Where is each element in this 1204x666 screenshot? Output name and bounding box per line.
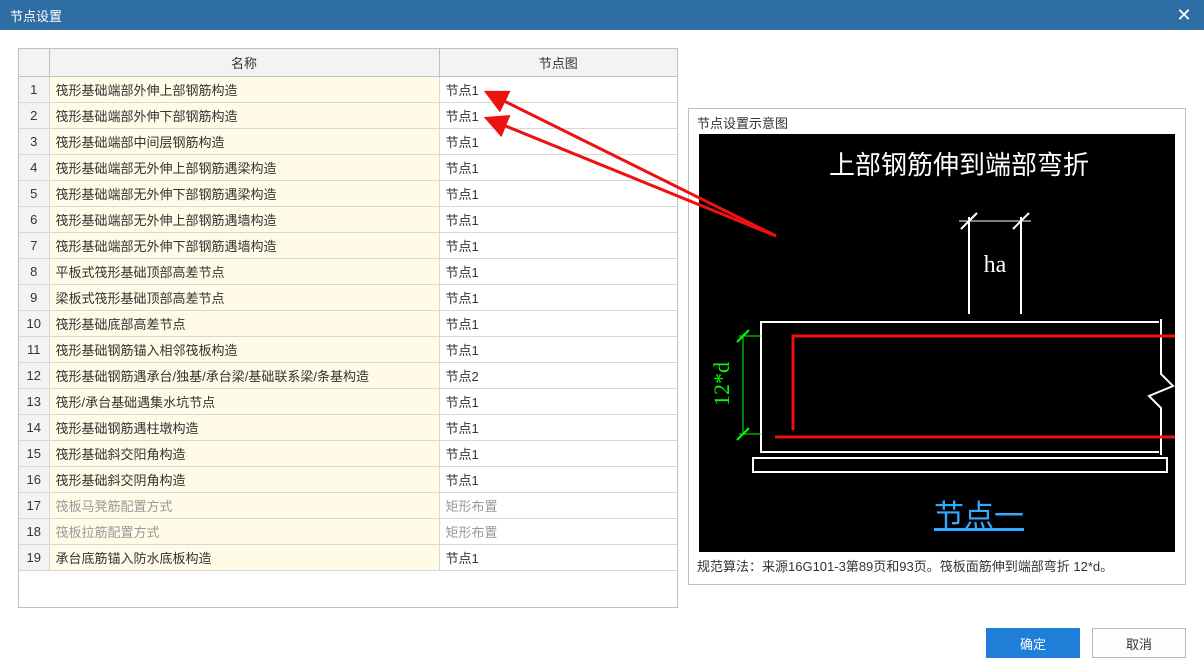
row-number: 1 — [19, 77, 49, 103]
node-table: 名称 节点图 1筏形基础端部外伸上部钢筋构造节点12筏形基础端部外伸下部钢筋构造… — [19, 49, 677, 571]
row-node[interactable]: 节点2 — [439, 363, 677, 389]
row-name[interactable]: 筏形基础端部无外伸上部钢筋遇墙构造 — [49, 207, 439, 233]
row-node[interactable]: 节点1 — [439, 129, 677, 155]
table-row[interactable]: 3筏形基础端部中间层钢筋构造节点1 — [19, 129, 677, 155]
table-row[interactable]: 4筏形基础端部无外伸上部钢筋遇梁构造节点1 — [19, 155, 677, 181]
row-name[interactable]: 筏形基础端部外伸下部钢筋构造 — [49, 103, 439, 129]
col-header-num — [19, 49, 49, 77]
table-row[interactable]: 14筏形基础钢筋遇柱墩构造节点1 — [19, 415, 677, 441]
table-row[interactable]: 16筏形基础斜交阴角构造节点1 — [19, 467, 677, 493]
dim-ha: ha — [984, 252, 1007, 278]
row-number: 9 — [19, 285, 49, 311]
row-number: 6 — [19, 207, 49, 233]
row-name[interactable]: 筏板拉筋配置方式 — [49, 519, 439, 545]
diagram-footer: 规范算法：来源16G101-3第89页和93页。筏板面筋伸到端部弯折 12*d。 — [689, 552, 1185, 584]
row-number: 10 — [19, 311, 49, 337]
node-table-panel: 名称 节点图 1筏形基础端部外伸上部钢筋构造节点12筏形基础端部外伸下部钢筋构造… — [18, 48, 678, 608]
row-number: 3 — [19, 129, 49, 155]
table-row[interactable]: 7筏形基础端部无外伸下部钢筋遇墙构造节点1 — [19, 233, 677, 259]
row-number: 17 — [19, 493, 49, 519]
row-name[interactable]: 筏形基础底部高差节点 — [49, 311, 439, 337]
table-row[interactable]: 12筏形基础钢筋遇承台/独基/承台梁/基础联系梁/条基构造节点2 — [19, 363, 677, 389]
dim-12d: 12*d — [709, 362, 734, 406]
row-number: 7 — [19, 233, 49, 259]
row-node[interactable]: 节点1 — [439, 467, 677, 493]
table-row[interactable]: 15筏形基础斜交阳角构造节点1 — [19, 441, 677, 467]
row-node[interactable]: 矩形布置 — [439, 519, 677, 545]
row-node[interactable]: 节点1 — [439, 155, 677, 181]
table-row[interactable]: 13筏形/承台基础遇集水坑节点节点1 — [19, 389, 677, 415]
ok-button[interactable]: 确定 — [986, 628, 1080, 658]
row-node[interactable]: 节点1 — [439, 285, 677, 311]
window-title: 节点设置 — [10, 6, 62, 25]
row-name[interactable]: 承台底筋锚入防水底板构造 — [49, 545, 439, 571]
diagram-caption: 节点一 — [934, 500, 1024, 533]
row-node[interactable]: 节点1 — [439, 77, 677, 103]
button-bar: 确定 取消 — [986, 628, 1186, 658]
row-node[interactable]: 矩形布置 — [439, 493, 677, 519]
table-row[interactable]: 1筏形基础端部外伸上部钢筋构造节点1 — [19, 77, 677, 103]
row-name[interactable]: 筏形基础钢筋锚入相邻筏板构造 — [49, 337, 439, 363]
row-number: 15 — [19, 441, 49, 467]
col-header-name[interactable]: 名称 — [49, 49, 439, 77]
table-row[interactable]: 10筏形基础底部高差节点节点1 — [19, 311, 677, 337]
row-number: 19 — [19, 545, 49, 571]
row-node[interactable]: 节点1 — [439, 207, 677, 233]
row-name[interactable]: 筏形/承台基础遇集水坑节点 — [49, 389, 439, 415]
row-name[interactable]: 筏形基础斜交阳角构造 — [49, 441, 439, 467]
row-name[interactable]: 筏形基础端部无外伸下部钢筋遇墙构造 — [49, 233, 439, 259]
table-row[interactable]: 18筏板拉筋配置方式矩形布置 — [19, 519, 677, 545]
row-name[interactable]: 筏形基础端部中间层钢筋构造 — [49, 129, 439, 155]
row-number: 18 — [19, 519, 49, 545]
row-number: 12 — [19, 363, 49, 389]
row-number: 13 — [19, 389, 49, 415]
diagram-panel: 节点设置示意图 上部钢筋伸到端部弯折 ha — [688, 48, 1186, 622]
col-header-node[interactable]: 节点图 — [439, 49, 677, 77]
row-node[interactable]: 节点1 — [439, 233, 677, 259]
row-node[interactable]: 节点1 — [439, 181, 677, 207]
titlebar: 节点设置 ✕ — [0, 0, 1204, 30]
table-row[interactable]: 6筏形基础端部无外伸上部钢筋遇墙构造节点1 — [19, 207, 677, 233]
row-node[interactable]: 节点1 — [439, 545, 677, 571]
row-name[interactable]: 筏形基础端部无外伸上部钢筋遇梁构造 — [49, 155, 439, 181]
table-row[interactable]: 2筏形基础端部外伸下部钢筋构造节点1 — [19, 103, 677, 129]
close-icon: ✕ — [1176, 5, 1191, 26]
row-name[interactable]: 筏板马凳筋配置方式 — [49, 493, 439, 519]
row-name[interactable]: 梁板式筏形基础顶部高差节点 — [49, 285, 439, 311]
table-row[interactable]: 11筏形基础钢筋锚入相邻筏板构造节点1 — [19, 337, 677, 363]
row-name[interactable]: 筏形基础斜交阴角构造 — [49, 467, 439, 493]
close-button[interactable]: ✕ — [1164, 0, 1204, 30]
table-row[interactable]: 8平板式筏形基础顶部高差节点节点1 — [19, 259, 677, 285]
row-number: 5 — [19, 181, 49, 207]
row-number: 16 — [19, 467, 49, 493]
table-row[interactable]: 5筏形基础端部无外伸下部钢筋遇梁构造节点1 — [19, 181, 677, 207]
row-name[interactable]: 筏形基础钢筋遇承台/独基/承台梁/基础联系梁/条基构造 — [49, 363, 439, 389]
row-number: 4 — [19, 155, 49, 181]
row-node[interactable]: 节点1 — [439, 415, 677, 441]
row-node[interactable]: 节点1 — [439, 441, 677, 467]
table-row[interactable]: 17筏板马凳筋配置方式矩形布置 — [19, 493, 677, 519]
row-node[interactable]: 节点1 — [439, 337, 677, 363]
diagram-box: 节点设置示意图 上部钢筋伸到端部弯折 ha — [688, 108, 1186, 585]
diagram-heading: 上部钢筋伸到端部弯折 — [829, 151, 1089, 180]
row-number: 8 — [19, 259, 49, 285]
table-row[interactable]: 9梁板式筏形基础顶部高差节点节点1 — [19, 285, 677, 311]
row-number: 14 — [19, 415, 49, 441]
row-node[interactable]: 节点1 — [439, 311, 677, 337]
row-number: 2 — [19, 103, 49, 129]
diagram-panel-title: 节点设置示意图 — [689, 109, 1185, 134]
content-area: 名称 节点图 1筏形基础端部外伸上部钢筋构造节点12筏形基础端部外伸下部钢筋构造… — [0, 30, 1204, 622]
row-node[interactable]: 节点1 — [439, 103, 677, 129]
diagram-svg: 上部钢筋伸到端部弯折 ha — [699, 134, 1175, 552]
row-node[interactable]: 节点1 — [439, 389, 677, 415]
row-node[interactable]: 节点1 — [439, 259, 677, 285]
cancel-button[interactable]: 取消 — [1092, 628, 1186, 658]
row-number: 11 — [19, 337, 49, 363]
row-name[interactable]: 平板式筏形基础顶部高差节点 — [49, 259, 439, 285]
row-name[interactable]: 筏形基础端部无外伸下部钢筋遇梁构造 — [49, 181, 439, 207]
table-row[interactable]: 19承台底筋锚入防水底板构造节点1 — [19, 545, 677, 571]
row-name[interactable]: 筏形基础端部外伸上部钢筋构造 — [49, 77, 439, 103]
row-name[interactable]: 筏形基础钢筋遇柱墩构造 — [49, 415, 439, 441]
